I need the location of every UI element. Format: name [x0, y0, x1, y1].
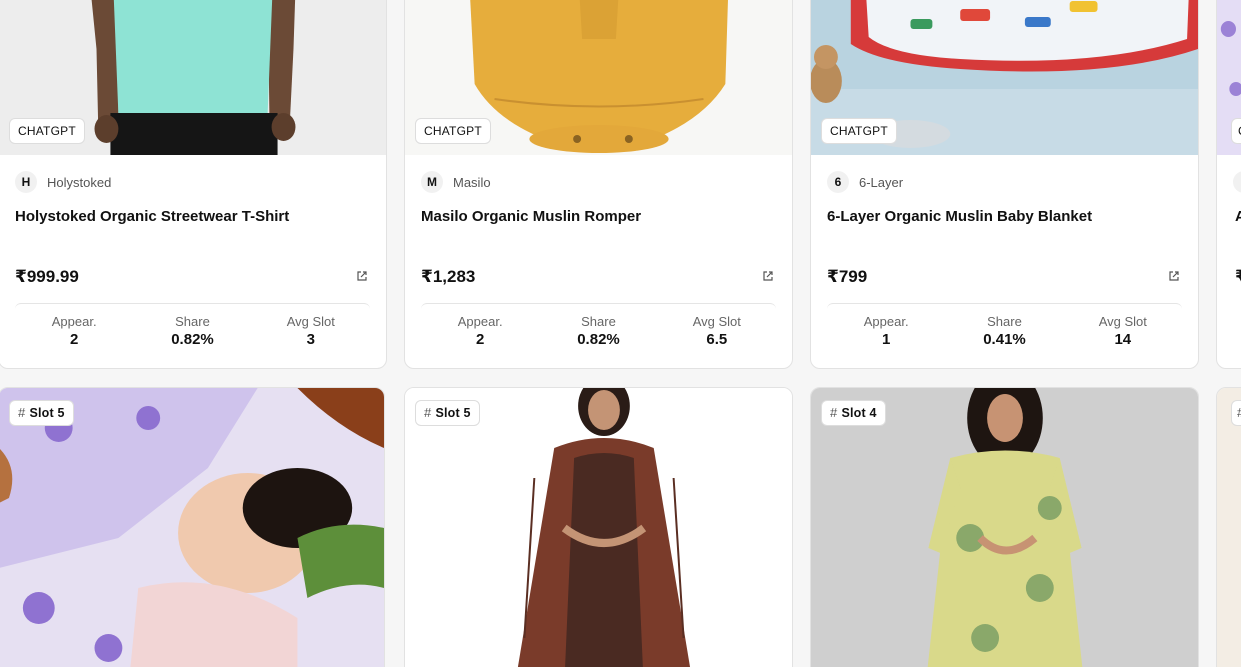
product-price: ₹999.99 — [15, 267, 79, 286]
stat-label: Appear. — [863, 314, 909, 329]
source-badge: CHATGPT — [415, 118, 491, 144]
stat-avg-slot: Avg Slot 3 — [252, 314, 370, 348]
brand-row: M Masilo — [421, 171, 491, 193]
stat-value: 0.82% — [577, 331, 620, 348]
stat-label: Avg Slot — [692, 314, 741, 329]
stat-value: 2 — [475, 331, 485, 348]
stat-label: Avg Slot — [286, 314, 335, 329]
brand-avatar — [1233, 171, 1241, 193]
slot-badge: # Slot 5 — [415, 400, 480, 426]
product-card-partial[interactable]: C A ₹ — [1216, 0, 1241, 369]
hash-icon: # — [830, 405, 838, 420]
stat-avg-slot: Avg Slot 14 — [1064, 314, 1182, 348]
badge-label: Slot 4 — [841, 406, 877, 420]
product-title[interactable]: Masilo Organic Muslin Romper — [421, 208, 641, 225]
slot-badge: # Slot 4 — [821, 400, 886, 426]
stat-value: 6.5 — [706, 331, 728, 348]
maternity-kurta-image — [811, 388, 1198, 667]
external-link-icon[interactable] — [1168, 270, 1180, 282]
product-price: ₹ — [1235, 267, 1241, 287]
stat-value: 14 — [1114, 331, 1132, 348]
product-title[interactable]: 6-Layer Organic Muslin Baby Blanket — [827, 208, 1092, 225]
product-price: ₹1,283 — [421, 267, 476, 286]
brand-avatar: 6 — [827, 171, 849, 193]
maternity-dress-image — [405, 388, 792, 667]
stats-divider — [15, 303, 370, 309]
stat-value: 2 — [69, 331, 79, 348]
stat-label: Appear. — [457, 314, 503, 329]
stat-label: Share — [987, 314, 1022, 329]
badge-label: CHATGPT — [424, 124, 482, 138]
brand-row — [1233, 171, 1241, 193]
stats-row: Appear. 1 Share 0.41% Avg Slot 14 — [827, 314, 1182, 348]
source-badge: CHATGPT — [9, 118, 85, 144]
stat-value: 1 — [881, 331, 891, 348]
stat-share: Share 0.82% — [539, 314, 657, 348]
stat-label: Share — [581, 314, 616, 329]
stats-divider — [827, 303, 1182, 309]
brand-row: H Holystoked — [15, 171, 111, 193]
stat-value: 0.82% — [171, 331, 214, 348]
product-title[interactable]: A — [1235, 208, 1241, 225]
hash-icon: # — [1237, 401, 1241, 425]
badge-label: Slot 5 — [29, 406, 65, 420]
brand-name: 6-Layer — [859, 174, 904, 190]
stats-divider — [421, 303, 776, 309]
stat-label: Appear. — [51, 314, 97, 329]
brand-avatar: H — [15, 171, 37, 193]
product-image[interactable] — [811, 388, 1198, 667]
slot-badge: # Slot 5 — [9, 400, 74, 426]
product-card[interactable]: # Slot 5 — [404, 387, 793, 667]
product-card[interactable]: CHATGPT 6 6-Layer 6-Layer Organic Muslin… — [810, 0, 1199, 369]
product-card[interactable]: # Slot 4 — [810, 387, 1199, 667]
stat-appearances: Appear. 2 — [15, 314, 133, 348]
stat-appearances: Appear. 1 — [827, 314, 945, 348]
product-title[interactable]: Holystoked Organic Streetwear T-Shirt — [15, 208, 289, 225]
badge-label: CHATGPT — [830, 124, 888, 138]
hash-icon: # — [424, 405, 432, 420]
external-link-icon[interactable] — [762, 270, 774, 282]
stats-row: Appear. 2 Share 0.82% Avg Slot 6.5 — [421, 314, 776, 348]
product-card[interactable]: CHATGPT H Holystoked Holystoked Organic … — [0, 0, 387, 369]
source-badge: C — [1231, 118, 1241, 144]
badge-label: CHATGPT — [18, 124, 76, 138]
brand-row: 6 6-Layer — [827, 171, 903, 193]
stat-label: Avg Slot — [1098, 314, 1147, 329]
product-price: ₹799 — [827, 267, 868, 286]
stat-value: 3 — [306, 331, 315, 348]
brand-name: Masilo — [453, 174, 491, 190]
brand-avatar: M — [421, 171, 443, 193]
product-card-partial[interactable]: # — [1216, 387, 1241, 667]
product-image[interactable] — [1217, 388, 1241, 667]
stat-share: Share 0.41% — [945, 314, 1063, 348]
product-image[interactable] — [405, 388, 792, 667]
brand-name: Holystoked — [47, 174, 112, 190]
stats-row: Appear. 2 Share 0.82% Avg Slot 3 — [15, 314, 370, 348]
stat-value: 0.41% — [983, 331, 1026, 348]
stat-label: Share — [175, 314, 210, 329]
hash-icon: # — [18, 405, 26, 420]
product-image[interactable] — [0, 388, 384, 667]
slot-badge: # — [1231, 400, 1241, 426]
external-link-icon[interactable] — [356, 270, 368, 282]
badge-label: Slot 5 — [435, 406, 471, 420]
stat-avg-slot: Avg Slot 6.5 — [658, 314, 776, 348]
product-card[interactable]: # Slot 5 — [0, 387, 385, 667]
stat-share: Share 0.82% — [133, 314, 251, 348]
baby-photo-image — [0, 388, 384, 667]
source-badge: CHATGPT — [821, 118, 897, 144]
stat-appearances: Appear. 2 — [421, 314, 539, 348]
product-card[interactable]: CHATGPT M Masilo Masilo Organic Muslin R… — [404, 0, 793, 369]
